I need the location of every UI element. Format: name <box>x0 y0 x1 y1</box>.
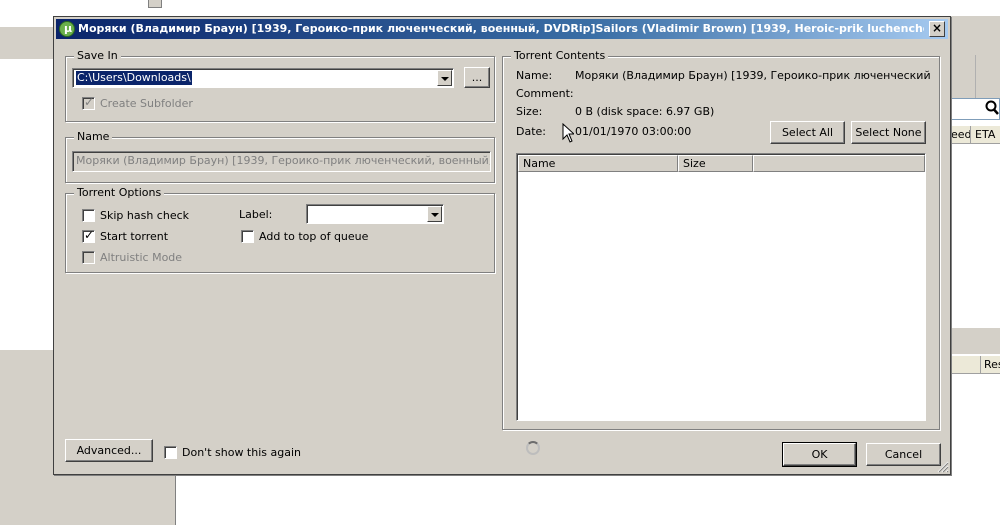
close-button[interactable]: × <box>929 21 945 37</box>
bg-col-seed[interactable]: eed <box>948 126 971 144</box>
info-size-value: 0 B (disk space: 6.97 GB) <box>575 105 715 118</box>
checkmark-icon: ✓ <box>84 228 95 242</box>
torrent-contents-legend: Torrent Contents <box>511 49 609 63</box>
bg-col-eta[interactable]: ETA <box>972 126 1000 144</box>
add-top-queue-checkbox[interactable]: Add to top of queue <box>241 229 401 245</box>
name-legend: Name <box>74 130 113 144</box>
skip-hash-checkbox[interactable]: Skip hash check <box>82 208 222 224</box>
torrent-name-field[interactable]: Моряки (Владимир Браун) [1939, Героико-п… <box>72 151 491 172</box>
file-list[interactable]: Name Size <box>516 153 926 421</box>
utorrent-logo-icon <box>59 19 75 39</box>
save-path-value[interactable]: C:\Users\Downloads\ <box>75 70 193 86</box>
skip-hash-box[interactable] <box>82 209 95 222</box>
chevron-down-icon[interactable] <box>427 206 442 222</box>
resize-grip-icon[interactable] <box>937 461 949 473</box>
altruistic-mode-label: Altruistic Mode <box>100 251 183 264</box>
create-subfolder-box[interactable]: ✓ <box>82 95 95 110</box>
create-subfolder-label: Create Subfolder <box>100 97 193 110</box>
info-date-value: 01/01/1970 03:00:00 <box>575 125 692 138</box>
info-name-value: Моряки (Владимир Браун) [1939, Героико-п… <box>575 69 930 82</box>
file-list-col-name[interactable]: Name <box>518 155 678 172</box>
browse-button[interactable]: ... <box>464 67 490 88</box>
ok-button[interactable]: OK <box>782 442 857 467</box>
bg-splitter[interactable] <box>948 328 1000 354</box>
file-list-col-filler <box>753 155 925 172</box>
dialog-title: Моряки (Владимир Браун) [1939, Героико-п… <box>78 22 924 35</box>
info-comment-key: Comment: <box>516 87 574 100</box>
search-icon[interactable] <box>985 100 999 116</box>
bg-right-toolbar-inner <box>948 55 976 98</box>
dont-show-again-label: Don't show this again <box>182 446 301 459</box>
title-bar[interactable]: Моряки (Владимир Браун) [1939, Героико-п… <box>56 19 948 39</box>
add-top-queue-box[interactable] <box>241 230 254 243</box>
dont-show-again-checkbox[interactable]: Don't show this again <box>164 445 314 461</box>
bg-detail-scrollbar[interactable] <box>166 476 176 525</box>
skip-hash-label: Skip hash check <box>100 209 190 222</box>
altruistic-mode-checkbox[interactable]: Altruistic Mode <box>82 250 222 266</box>
save-in-group: Save In <box>65 49 495 122</box>
cancel-button[interactable]: Cancel <box>866 443 941 466</box>
select-none-button[interactable]: Select None <box>851 121 926 144</box>
label-combo[interactable] <box>306 204 444 224</box>
bg-col-res[interactable]: Res <box>980 356 1000 374</box>
save-path-combo[interactable]: C:\Users\Downloads\ <box>72 68 454 88</box>
select-all-button[interactable]: Select All <box>770 121 845 144</box>
save-in-legend: Save In <box>74 49 121 63</box>
checkmark-icon: ✓ <box>84 95 95 109</box>
start-torrent-box[interactable]: ✓ <box>82 228 95 243</box>
bg-detail-panel <box>166 470 1000 525</box>
torrent-options-legend: Torrent Options <box>74 186 165 200</box>
loading-spinner-icon <box>526 441 540 455</box>
start-torrent-label: Start torrent <box>100 230 169 243</box>
advanced-button[interactable]: Advanced... <box>65 439 153 462</box>
bg-torrent-list <box>948 144 1000 328</box>
add-top-queue-label: Add to top of queue <box>259 230 369 243</box>
info-size-key: Size: <box>516 105 543 118</box>
chevron-down-icon[interactable] <box>437 70 452 86</box>
close-icon: × <box>931 21 943 35</box>
bg-scroll-button[interactable] <box>148 0 162 8</box>
mouse-cursor-icon <box>562 123 574 143</box>
add-torrent-dialog: Моряки (Владимир Браун) [1939, Героико-п… <box>53 16 951 475</box>
info-name-key: Name: <box>516 69 553 82</box>
file-list-col-size[interactable]: Size <box>678 155 753 172</box>
create-subfolder-checkbox[interactable]: ✓ Create Subfolder <box>82 95 232 112</box>
start-torrent-checkbox[interactable]: ✓ Start torrent <box>82 228 222 245</box>
dont-show-again-box[interactable] <box>164 446 177 459</box>
bg-left-panel <box>0 27 60 59</box>
label-caption: Label: <box>239 208 273 221</box>
altruistic-mode-box[interactable] <box>82 251 95 264</box>
info-date-key: Date: <box>516 125 546 138</box>
